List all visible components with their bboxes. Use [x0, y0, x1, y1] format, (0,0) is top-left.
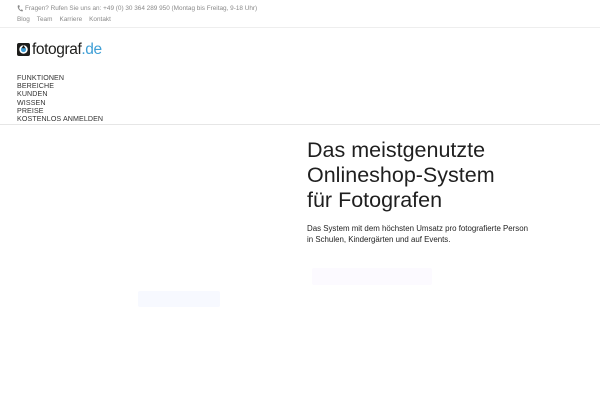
nav-item-funktionen[interactable]: FUNKTIONEN: [17, 74, 103, 82]
top-links: Blog Team Karriere Kontakt: [17, 16, 111, 23]
logo-wordmark: fotograf.de: [32, 42, 102, 58]
top-link-blog[interactable]: Blog: [17, 16, 30, 23]
top-bar: Fragen? Rufen Sie uns an: +49 (0) 30 364…: [0, 0, 600, 28]
main-navigation: FUNKTIONEN BEREICHE KUNDEN WISSEN PREISE…: [17, 74, 103, 123]
logo-name: fotograf: [32, 41, 82, 58]
site-logo[interactable]: fotograf.de: [17, 42, 102, 58]
hero-cta-button[interactable]: [312, 268, 432, 285]
hero-title-line: Onlineshop-System: [307, 163, 495, 187]
top-link-team[interactable]: Team: [37, 16, 53, 23]
top-link-kontakt[interactable]: Kontakt: [89, 16, 111, 23]
logo-tld: .de: [81, 41, 102, 58]
nav-divider: [0, 124, 600, 125]
nav-item-bereiche[interactable]: BEREICHE: [17, 82, 103, 90]
hero-subtitle-line: Das System mit dem höchsten Umsatz pro f…: [307, 224, 529, 233]
contact-text: Fragen? Rufen Sie uns an: +49 (0) 30 364…: [25, 5, 258, 12]
nav-item-kunden[interactable]: KUNDEN: [17, 90, 103, 98]
hero-title-line: Das meistgenutzte: [307, 138, 486, 162]
hero-subtitle-line: in Schulen, Kindergärten und auf Events.: [307, 234, 451, 244]
camera-aperture-icon: [17, 43, 30, 57]
top-link-karriere[interactable]: Karriere: [59, 16, 82, 23]
hero-title: Das meistgenutzte Onlineshop-System für …: [307, 138, 597, 213]
nav-item-wissen[interactable]: WISSEN: [17, 99, 103, 107]
hero-title-line: für Fotografen: [307, 188, 443, 212]
nav-item-preise[interactable]: PREISE: [17, 107, 103, 115]
contact-info: Fragen? Rufen Sie uns an: +49 (0) 30 364…: [17, 5, 257, 12]
nav-item-kostenlos-anmelden[interactable]: KOSTENLOS ANMELDEN: [17, 115, 103, 123]
hero-subtitle: Das System mit dem höchsten Umsatz pro f…: [307, 224, 597, 245]
hero-secondary-button[interactable]: [138, 291, 220, 307]
phone-icon: [17, 5, 23, 12]
